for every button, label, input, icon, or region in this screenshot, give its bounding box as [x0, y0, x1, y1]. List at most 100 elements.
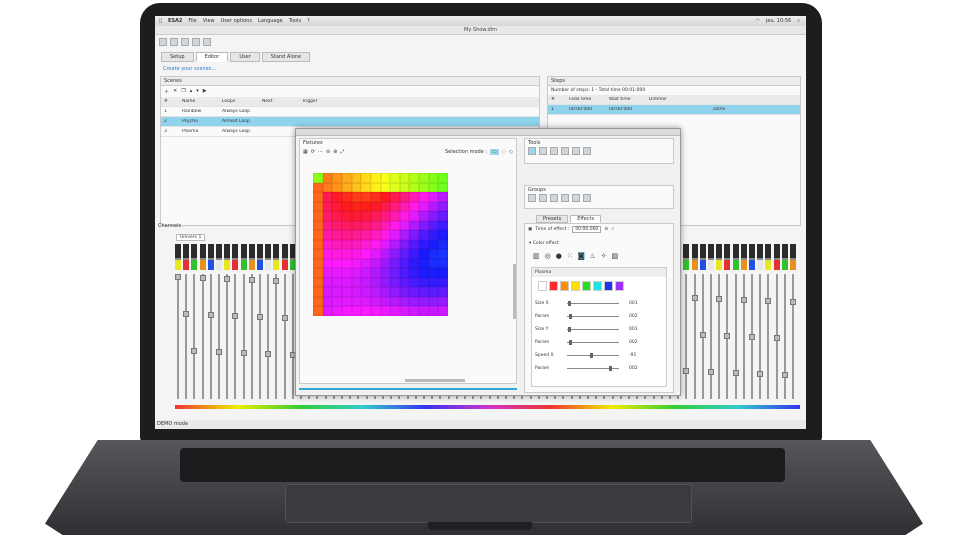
fixture-pixel[interactable] — [438, 277, 448, 288]
fixture-pixel[interactable] — [390, 296, 400, 307]
fader-knob[interactable] — [216, 349, 222, 355]
col-dimmer[interactable]: Dimmer — [646, 97, 692, 102]
fixture-pixel[interactable] — [322, 182, 333, 193]
fader-knob[interactable] — [781, 372, 788, 378]
move-up-icon[interactable]: ▴ — [190, 88, 193, 95]
fixture-pixel[interactable] — [351, 306, 362, 316]
fixture-pixel[interactable] — [361, 211, 371, 221]
param-track[interactable] — [567, 353, 619, 358]
fixture-pixel[interactable] — [361, 192, 371, 202]
fixture-pixel[interactable] — [390, 182, 400, 193]
fixture-pixel[interactable] — [332, 230, 342, 240]
fixture-pixel[interactable] — [341, 239, 352, 250]
fader-knob[interactable] — [257, 314, 263, 320]
fader-knob[interactable] — [191, 348, 198, 354]
channel-fader[interactable] — [199, 244, 206, 404]
fixture-pixel[interactable] — [313, 173, 323, 183]
fader-knob[interactable] — [691, 295, 698, 301]
fixture-pixel[interactable] — [419, 201, 429, 212]
fixture-pixel[interactable] — [380, 192, 391, 202]
fixture-pixel[interactable] — [399, 306, 410, 316]
fixture-pixel[interactable] — [332, 192, 342, 202]
fixture-pixel[interactable] — [322, 239, 333, 250]
fixture-pixel[interactable] — [313, 211, 323, 221]
fixture-pixel[interactable] — [399, 192, 410, 202]
fixture-pixel[interactable] — [361, 306, 371, 316]
step-row[interactable]: 1 00:00:000 00:00:000 100% — [548, 105, 800, 115]
fixture-pixel[interactable] — [390, 306, 400, 316]
fixture-pixel-grid[interactable] — [313, 173, 448, 316]
select-free-icon[interactable]: ◇ — [509, 149, 513, 155]
fixture-pixel[interactable] — [332, 211, 342, 221]
param-slider[interactable]: Param 002 — [535, 336, 663, 349]
fader-knob[interactable] — [740, 297, 747, 303]
fixture-pixel[interactable] — [370, 230, 381, 240]
fixture-pixel[interactable] — [313, 182, 323, 193]
fixture-pixel[interactable] — [341, 268, 352, 278]
fixture-pixel[interactable] — [399, 277, 410, 288]
dialog-titlebar[interactable] — [296, 129, 680, 136]
fader-track[interactable] — [742, 274, 745, 399]
group-2-icon[interactable] — [539, 194, 547, 202]
fixture-pixel[interactable] — [332, 249, 342, 259]
plasma-effect-icon[interactable]: ◙ — [577, 252, 585, 260]
fixture-pixel[interactable] — [438, 268, 448, 278]
fixture-pixel[interactable] — [361, 277, 371, 288]
fixture-pixel[interactable] — [361, 201, 371, 212]
channel-fader[interactable] — [765, 244, 772, 404]
bars-effect-icon[interactable]: ▥ — [533, 252, 540, 260]
fixture-pixel[interactable] — [438, 211, 448, 221]
group-6-icon[interactable] — [583, 194, 591, 202]
fixture-pixel[interactable] — [351, 211, 362, 221]
param-slider[interactable]: Param 002 — [535, 310, 663, 323]
fader-track[interactable] — [283, 274, 286, 399]
channel-fader[interactable] — [183, 244, 190, 404]
channel-fader[interactable] — [683, 244, 690, 404]
universe-tab[interactable]: Univers 1 — [176, 234, 206, 241]
fixture-pixel[interactable] — [370, 249, 381, 259]
fader-track[interactable] — [783, 274, 786, 399]
fixture-pixel[interactable] — [438, 192, 448, 202]
color-swatch[interactable] — [549, 281, 558, 291]
channel-fader[interactable] — [732, 244, 739, 404]
fixture-pixel[interactable] — [332, 296, 342, 307]
apple-icon[interactable]:  — [159, 18, 162, 24]
fader-track[interactable] — [250, 274, 253, 399]
fixture-pixel[interactable] — [370, 201, 381, 212]
fixture-pixel[interactable] — [409, 306, 420, 316]
tab-presets[interactable]: Presets — [536, 215, 569, 223]
fixture-pixel[interactable] — [380, 220, 391, 231]
fixture-pixel[interactable] — [419, 173, 429, 183]
col-next[interactable]: Next — [259, 99, 299, 104]
fixture-pixel[interactable] — [351, 192, 362, 202]
fader-track[interactable] — [693, 274, 696, 399]
fixture-pixel[interactable] — [419, 192, 429, 202]
fixture-pixel[interactable] — [428, 296, 439, 307]
fader-track[interactable] — [275, 274, 278, 399]
fader-knob[interactable] — [749, 334, 755, 340]
fixture-pixel[interactable] — [419, 239, 429, 250]
fixture-pixel[interactable] — [380, 173, 391, 183]
fixture-pixel[interactable] — [380, 306, 391, 316]
menu-user-options[interactable]: User options — [221, 18, 252, 24]
color-swatch[interactable] — [615, 281, 624, 291]
fixture-pixel[interactable] — [332, 220, 342, 231]
search-icon[interactable]: ⌕ — [797, 18, 800, 24]
channel-fader[interactable] — [191, 244, 198, 404]
channel-fader[interactable] — [790, 244, 796, 404]
copy-scene-icon[interactable]: ❐ — [181, 88, 185, 95]
channel-fader[interactable] — [757, 244, 764, 404]
fader-knob[interactable] — [207, 312, 214, 318]
group-1-icon[interactable] — [528, 194, 536, 202]
clock[interactable]: jeu. 10:56 — [766, 18, 791, 24]
fixture-pixel[interactable] — [322, 211, 333, 221]
spiral-effect-icon[interactable]: ◎ — [545, 252, 551, 260]
fixture-pixel[interactable] — [370, 287, 381, 297]
menu-view[interactable]: View — [203, 18, 215, 24]
col-num[interactable]: # — [548, 97, 566, 102]
fader-track[interactable] — [218, 274, 220, 399]
fixture-pixel[interactable] — [370, 192, 381, 202]
delete-scene-icon[interactable]: ✕ — [173, 88, 177, 95]
fader-knob[interactable] — [790, 299, 796, 305]
fixture-pixel[interactable] — [351, 173, 362, 183]
